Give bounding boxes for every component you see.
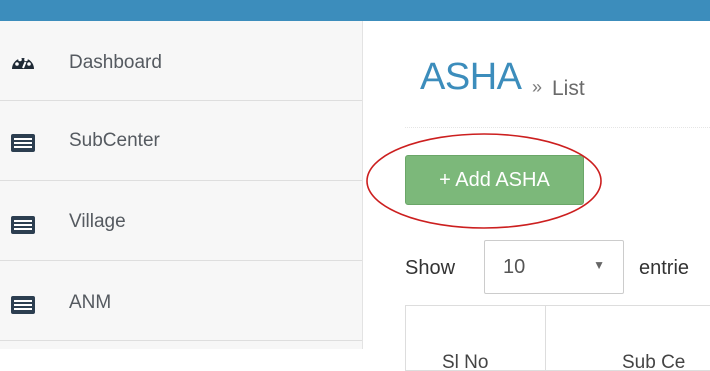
add-asha-button[interactable]: + Add ASHA: [405, 155, 584, 205]
sidebar-item-subcenter[interactable]: SubCenter: [0, 101, 362, 181]
breadcrumb-separator: »: [532, 77, 543, 97]
column-header-label: Sl No: [442, 352, 489, 371]
top-navbar: [0, 0, 710, 21]
sidebar-item-village[interactable]: Village: [0, 181, 362, 261]
show-label: Show: [405, 257, 456, 279]
list-icon: [10, 295, 36, 317]
dashboard-icon: [10, 51, 36, 73]
entries-length-value: 10: [503, 256, 526, 278]
sidebar-item-label: SubCenter: [69, 130, 160, 151]
sidebar: Dashboard SubCenter Village ANM: [0, 21, 363, 349]
list-icon: [10, 133, 36, 155]
chevron-down-icon: ▼: [593, 258, 605, 272]
sidebar-item-dashboard[interactable]: Dashboard: [0, 21, 362, 101]
sidebar-item-anm[interactable]: ANM: [0, 261, 362, 341]
main-content: ASHA » List + Add ASHA Show 10 ▼ entrie …: [363, 21, 710, 371]
entries-label: entrie: [639, 257, 690, 279]
sidebar-item-label: Dashboard: [69, 52, 162, 73]
breadcrumb-list-link[interactable]: List: [552, 77, 585, 101]
table-header: Sl No Sub Ce: [405, 305, 710, 371]
column-header-sl-no[interactable]: Sl No: [406, 306, 546, 371]
header-divider: [405, 127, 710, 128]
page-title: ASHA: [420, 56, 522, 98]
column-header-label: Sub Ce: [622, 352, 686, 371]
sidebar-item-label: ANM: [69, 292, 112, 313]
entries-length-select[interactable]: 10 ▼: [484, 240, 624, 294]
column-header-sub-center[interactable]: Sub Ce: [546, 306, 710, 371]
list-icon: [10, 215, 36, 237]
sidebar-item-label: Village: [69, 211, 126, 232]
